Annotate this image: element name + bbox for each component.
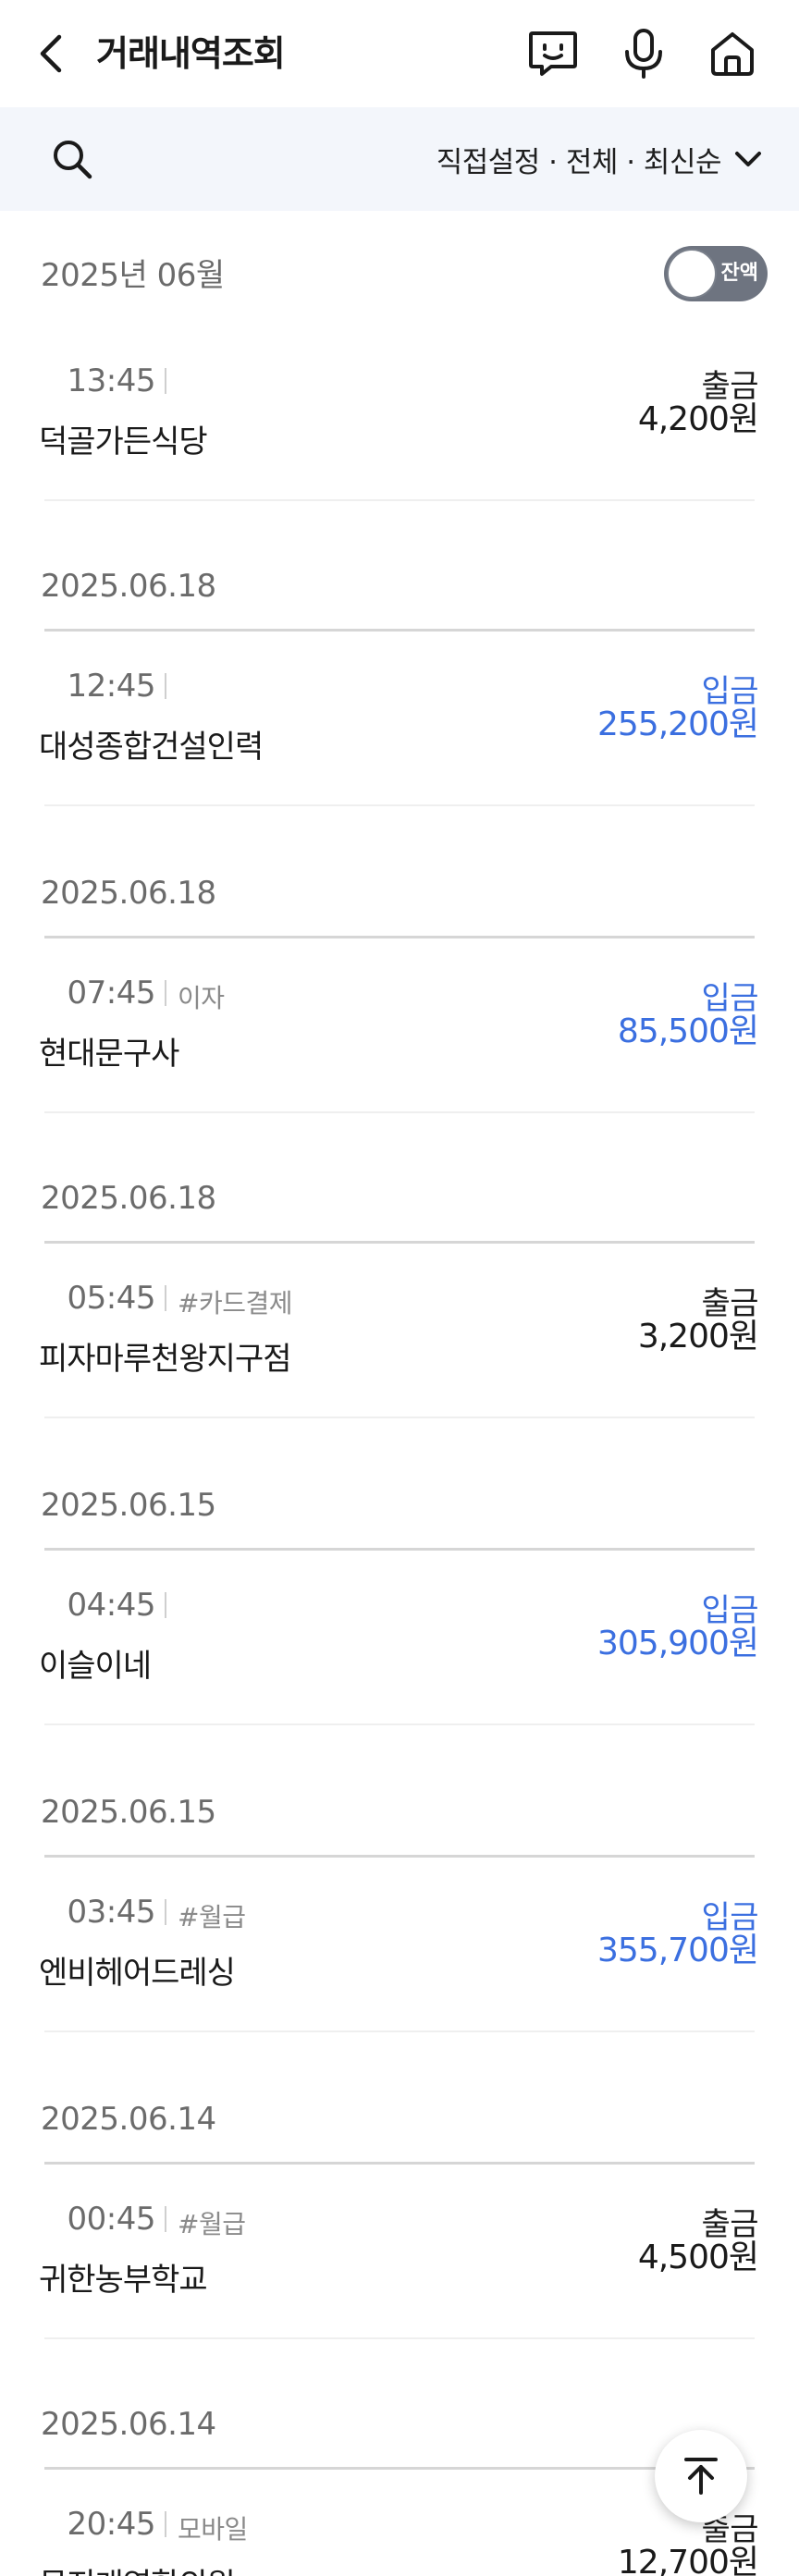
search-icon [54,141,92,179]
arrow-up-icon [684,2458,718,2495]
transaction-time: 20:45 [67,2506,156,2543]
date-header: 2025.06.18 [41,568,216,605]
search-button[interactable] [46,133,98,185]
row-divider [44,1417,755,1418]
transaction-item[interactable]: 07:45 이자 현대문구사 입금 85,500원 [0,963,799,1148]
transaction-group: 2025.06.15 04:45 이슬이네 입금 305,900원 [0,1487,799,1795]
transaction-name: 엔비헤어드레싱 [39,1955,236,1992]
row-divider [44,1723,755,1725]
transaction-memo: #월급 [178,1902,246,1932]
transaction-amount: 305,900원 [597,1625,759,1662]
page-title: 거래내역조회 [96,33,286,74]
time-separator [165,1899,166,1925]
date-divider [44,629,755,632]
chevron-down-icon [735,152,761,166]
row-divider [44,499,755,501]
microphone-icon [625,29,662,79]
transaction-item[interactable]: 00:45 #월급 귀한농부학교 출금 4,500원 [0,2190,799,2374]
transaction-amount: 4,200원 [637,400,759,438]
transaction-name: 이슬이네 [39,1648,152,1685]
home-button[interactable] [707,28,758,80]
row-divider [44,1111,755,1113]
date-header: 2025.06.14 [41,2101,216,2138]
transaction-group: 2025.06.18 12:45 대성종합건설인력 입금 255,200원 [0,568,799,876]
date-divider [44,2162,755,2165]
time-separator [165,1592,166,1618]
date-header: 2025.06.15 [41,1794,216,1831]
balance-toggle-label: 잔액 [720,262,758,285]
transaction-time: 12:45 [67,668,156,705]
toggle-knob [667,249,717,299]
transaction-time: 07:45 [67,975,156,1012]
transaction-name: 피자마루천왕지구점 [39,1341,292,1378]
date-divider [44,1855,755,1858]
time-separator [165,673,166,699]
transaction-name: 귀한농부학교 [39,2262,208,2299]
transaction-amount: 255,200원 [597,705,759,743]
transaction-name: 문지개역합의원 [39,2559,236,2576]
scroll-top-button[interactable] [655,2430,747,2522]
date-header: 2025.06.15 [41,1487,216,1524]
transaction-time: 13:45 [67,362,156,399]
transaction-amount: 85,500원 [617,1012,759,1050]
time-separator [165,2511,166,2537]
transaction-item[interactable]: 03:45 #월급 엔비헤어드레싱 입금 355,700원 [0,1883,799,2067]
row-divider [44,2337,755,2339]
app-header: 거래내역조회 [0,0,799,107]
row-divider [44,2030,755,2032]
transaction-memo: #월급 [178,2209,246,2239]
date-divider [44,2467,755,2470]
transaction-group: 2025.06.14 00:45 #월급 귀한농부학교 출금 4,500원 [0,2101,799,2409]
transaction-item[interactable]: 05:45 #카드결제 피자마루천왕지구점 출금 3,200원 [0,1269,799,1454]
transaction-group: 2025.06.18 05:45 #카드결제 피자마루천왕지구점 출금 3,20… [0,1180,799,1488]
transaction-amount: 3,200원 [637,1318,759,1355]
transaction-amount: 4,500원 [637,2239,759,2276]
transaction-memo: 모바일 [178,2514,248,2545]
transaction-name: 대성종합건설인력 [39,729,264,766]
transaction-time: 03:45 [67,1894,156,1931]
row-divider [44,804,755,806]
chevron-left-icon [40,34,62,73]
transaction-group: 2025.06.15 03:45 #월급 엔비헤어드레싱 입금 355,700원 [0,1794,799,2102]
time-separator [165,980,166,1006]
transaction-item[interactable]: 12:45 대성종합건설인력 입금 255,200원 [0,656,799,841]
balance-toggle[interactable]: 잔액 [664,246,768,301]
home-icon [711,32,754,76]
date-divider [44,1548,755,1551]
date-header: 2025.06.18 [41,1180,216,1217]
transaction-name: 덕골가든식당 [39,423,208,460]
time-separator [165,368,166,394]
filter-label: 직접설정 · 전체 · 최신순 [436,145,722,179]
time-separator [165,2206,166,2232]
transaction-memo: #카드결제 [178,1288,293,1319]
filter-dropdown[interactable]: 직접설정 · 전체 · 최신순 [436,133,762,185]
time-separator [165,1285,166,1311]
date-divider [44,936,755,938]
filter-bar: 직접설정 · 전체 · 최신순 [0,107,799,211]
chatbot-button[interactable] [527,28,579,80]
transaction-item[interactable]: 04:45 이슬이네 입금 305,900원 [0,1576,799,1760]
transaction-time: 04:45 [67,1587,156,1624]
month-label: 2025년 06월 [41,257,225,294]
date-header: 2025.06.18 [41,875,216,912]
transaction-time: 05:45 [67,1280,156,1317]
transaction-time: 00:45 [67,2201,156,2238]
transaction-amount: 12,700원 [617,2544,759,2576]
chat-icon [529,31,577,76]
transaction-amount: 355,700원 [597,1932,759,1969]
back-button[interactable] [37,28,74,80]
voice-search-button[interactable] [618,28,670,80]
transaction-group: 2025.06.18 07:45 이자 현대문구사 입금 85,500원 [0,875,799,1183]
transaction-name: 현대문구사 [39,1036,179,1073]
transaction-item[interactable]: 13:45 덕골가든식당 출금 4,200원 [0,351,799,536]
date-header: 2025.06.14 [41,2408,216,2443]
transaction-memo: 이자 [178,983,225,1013]
date-divider [44,1241,755,1244]
